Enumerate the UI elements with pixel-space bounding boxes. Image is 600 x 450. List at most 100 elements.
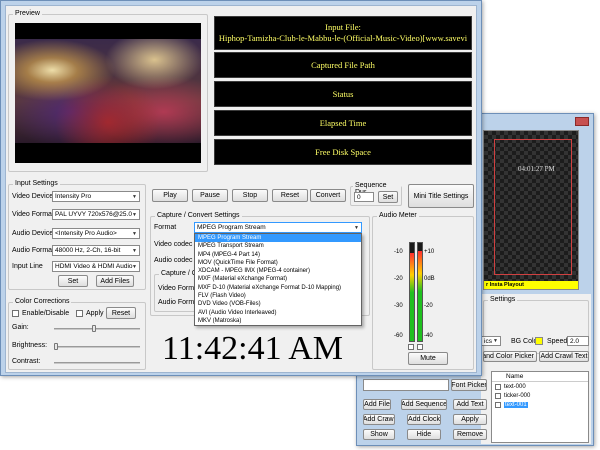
tick-label: -60 [394,333,403,339]
meter-checkbox-left[interactable] [408,344,414,350]
format-option[interactable]: MXF (Material eXchange Format) [195,275,361,283]
video-device-select[interactable]: Intensity Pro ▼ [52,191,140,202]
format-option[interactable]: XDCAM - MPEG IMX (MPEG-4 container) [195,267,361,275]
format-option[interactable]: MOV (QuickTime File Format) [195,259,361,267]
list-item-checkbox[interactable] [495,401,501,408]
input-settings-label: Input Settings [13,180,60,187]
color-reset-button[interactable]: Reset [106,307,136,319]
apply-label: Apply [86,310,104,317]
ticker-bar: r Insta Playout [484,281,578,289]
tick-label: -20 [424,303,433,309]
close-button[interactable] [575,117,589,126]
font-color-picker-button[interactable]: and Color Picker [483,351,537,362]
apply-checkbox[interactable] [76,310,83,317]
play-button[interactable]: Play [152,189,188,202]
main-client: Preview Input File: Hiphop-Tamizha-Club-… [5,5,477,373]
add-text-button[interactable]: Add Text [453,399,487,410]
chevron-down-icon: ▼ [132,247,137,254]
meter-fill-left [410,252,414,341]
audio-meter-group: Audio Meter [372,212,474,370]
tick-label: +10 [424,249,435,255]
format-option[interactable]: FLV (Flash Video) [195,292,361,300]
text-input[interactable] [363,379,449,391]
audio-device-select[interactable]: <Intensity Pro Audio> ▼ [52,228,140,239]
input-set-button[interactable]: Set [58,275,88,287]
remove-button[interactable]: Remove [453,429,487,440]
contrast-slider-track[interactable] [54,362,140,364]
list-item[interactable]: text-000 [492,382,588,391]
tick-label: -20 [394,276,403,282]
bg-color-swatch[interactable] [535,337,543,345]
input-line-label: Input Line [12,263,43,270]
gain-slider-track[interactable] [54,328,140,330]
enable-checkbox[interactable] [12,310,19,317]
format-option[interactable]: MKV (Matroska) [195,317,361,325]
add-crawl-button[interactable]: Add Crawl [363,414,395,425]
chevron-down-icon: ▼ [132,263,137,270]
stop-button[interactable]: Stop [232,189,268,202]
mini-title-settings-button[interactable]: Mini Title Settings [408,184,474,208]
format-option[interactable]: MXF D-10 (Material eXchange Format D-10 … [195,284,361,292]
add-sequence-button[interactable]: Add Sequence [401,399,447,410]
chevron-down-icon: ▼ [132,211,137,218]
chevron-down-icon: ▼ [354,224,359,231]
show-button[interactable]: Show [363,429,395,440]
input-line-select[interactable]: HDMI Video & HDMI Audio ▼ [52,261,140,272]
audio-format-select[interactable]: 48000 Hz, 2-Ch, 16-bit ▼ [52,245,140,256]
capture-convert-label: Capture / Convert Settings [155,212,242,219]
brightness-slider-track[interactable] [54,346,140,348]
chevron-down-icon: ▼ [132,230,137,237]
partial-combo[interactable]: ics ▼ [481,336,501,346]
format-dropdown-list[interactable]: MPEG Program Stream MPEG Transport Strea… [194,233,362,326]
format-option[interactable]: AVI (Audio Video Interleaved) [195,309,361,317]
gain-slider-handle[interactable] [92,325,96,332]
video-format-select[interactable]: PAL UYVY 720x576@25.0 ▼ [52,209,140,220]
format-option[interactable]: DVD Video (VOB-Files) [195,300,361,308]
contrast-label: Contrast: [12,358,41,365]
enable-label: Enable/Disable [22,310,70,317]
add-file-button[interactable]: Add File [363,399,391,410]
main-window: Preview Input File: Hiphop-Tamizha-Club-… [0,0,482,376]
preview-label: Preview [13,10,42,17]
speed-input[interactable]: 2.0 [567,336,589,346]
mute-button[interactable]: Mute [408,352,448,365]
audio-meter-label: Audio Meter [377,212,419,219]
format-option[interactable]: MP4 (MPEG-4 Part 14) [195,251,361,259]
disk-space-box: Free Disk Space [214,139,472,165]
sequence-set-button[interactable]: Set [378,191,398,203]
reset-button[interactable]: Reset [272,189,308,202]
format-option[interactable]: MPEG Program Stream [195,234,361,243]
format-label: Format [154,224,177,231]
list-header: Name [492,372,588,382]
list-item-checkbox[interactable] [495,392,501,399]
chevron-down-icon: ▼ [132,193,137,200]
pause-button[interactable]: Pause [192,189,228,202]
add-files-button[interactable]: Add Files [96,275,134,287]
chevron-down-icon: ▼ [493,338,498,344]
apply-button[interactable]: Apply [453,414,487,425]
audio-format-label: Audio Format [12,247,55,254]
tick-label: 0dB [424,276,435,282]
inner-frame [494,139,572,275]
format-option[interactable]: MPEG Transport Stream [195,242,361,250]
video-device-label: Video Device [12,193,54,200]
format-select[interactable]: MPEG Program Stream ▼ [194,222,362,233]
meter-fill-right [418,250,422,341]
brightness-slider-handle[interactable] [54,343,58,350]
meter-checkbox-right[interactable] [417,344,423,350]
add-crawl-text-button[interactable]: Add Crawl Text [539,351,589,362]
add-clock-button[interactable]: Add Clock [407,414,441,425]
video-frame [15,39,201,143]
tick-label: -10 [394,249,403,255]
preview-group: Preview [8,10,208,172]
sequence-duration-input[interactable]: 0 [354,192,374,202]
convert-button[interactable]: Convert [310,189,346,202]
video-format-label: Video Format [12,211,54,218]
font-picker-button[interactable]: Font Picker [451,379,487,391]
window-controls [575,117,589,126]
list-item[interactable]: ticker-000 [492,391,588,400]
item-list[interactable]: Name text-000 ticker-000 text-001 [491,371,589,443]
hide-button[interactable]: Hide [407,429,441,440]
list-item[interactable]: text-001 [492,400,588,409]
list-item-checkbox[interactable] [495,383,501,390]
